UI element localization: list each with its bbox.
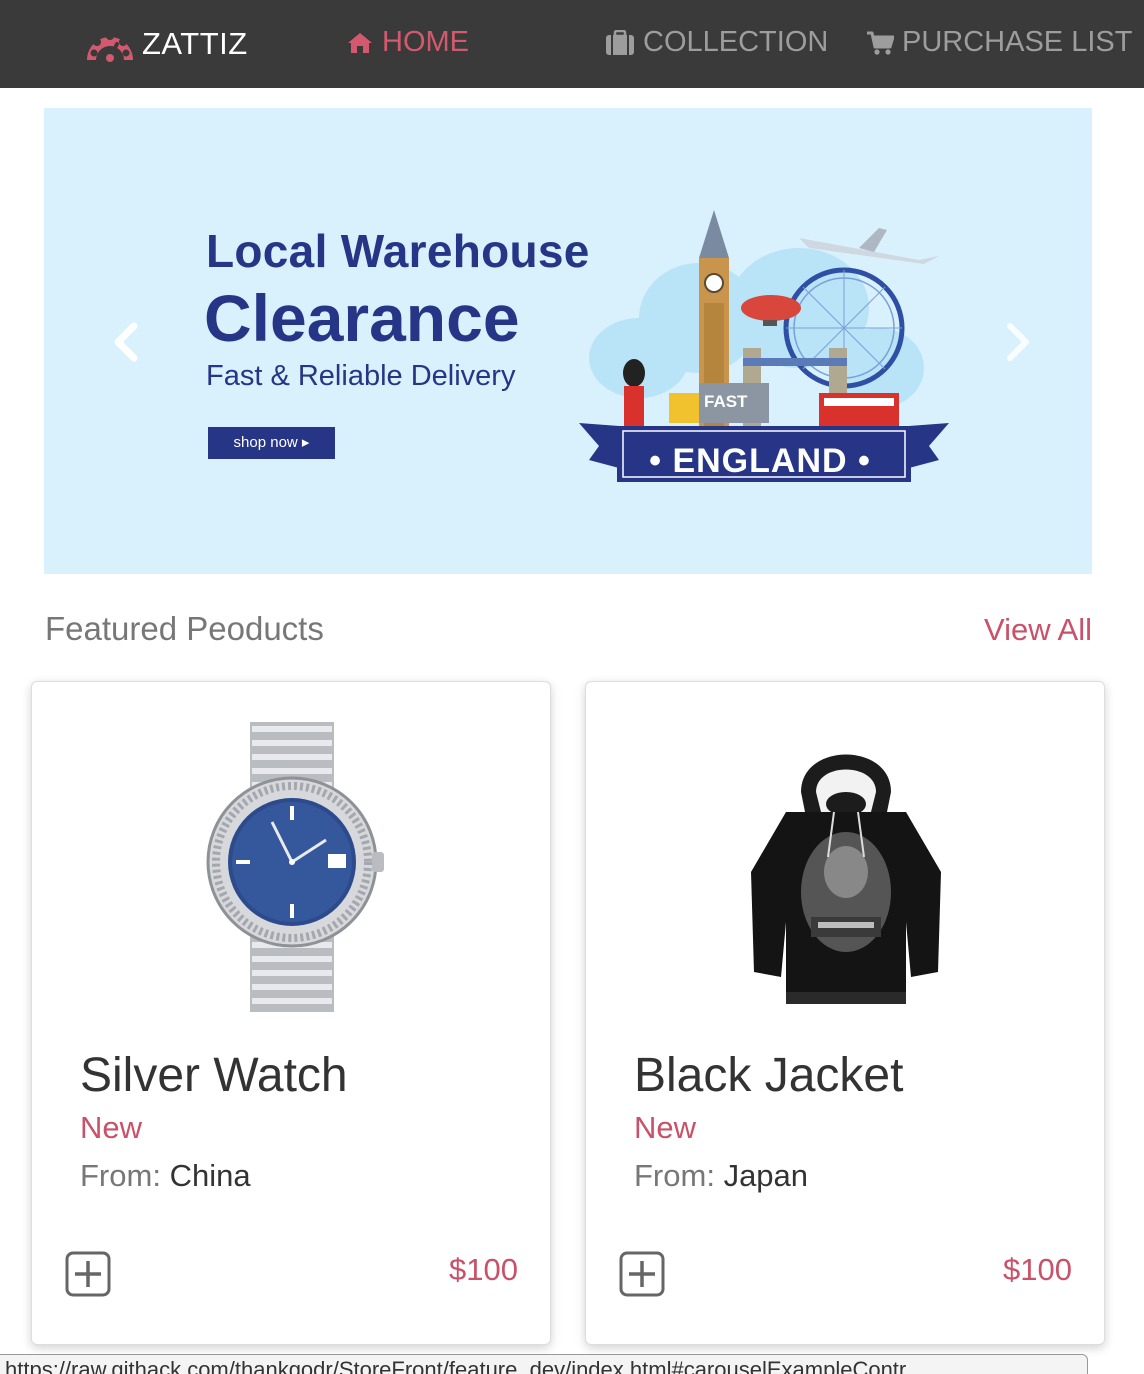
product-origin: From: Japan: [634, 1158, 808, 1194]
banner-subtitle: Fast & Reliable Delivery: [206, 360, 516, 392]
nav-collection[interactable]: COLLECTION: [605, 26, 828, 59]
silver-watch-image: [206, 722, 384, 1012]
hero-carousel: Local Warehouse Clearance Fast & Reliabl…: [44, 108, 1092, 574]
product-name: Black Jacket: [634, 1049, 904, 1102]
product-condition: New: [80, 1110, 143, 1145]
dashboard-gauge-icon: [87, 32, 133, 64]
product-price: $100: [449, 1252, 518, 1287]
brand-name: ZATTIZ: [142, 26, 248, 61]
banner-heading: Local Warehouse: [206, 225, 590, 277]
origin-value: China: [169, 1158, 251, 1193]
add-to-cart-plus-icon[interactable]: [618, 1250, 666, 1298]
shop-now-button[interactable]: shop now ▸: [208, 427, 335, 459]
chevron-right-icon[interactable]: [994, 320, 1038, 364]
product-name: Silver Watch: [80, 1049, 348, 1102]
origin-label: From:: [80, 1158, 161, 1193]
origin-value: Japan: [723, 1158, 809, 1193]
nav-purchase-list[interactable]: PURCHASE LIST: [866, 26, 1132, 59]
product-condition: New: [634, 1110, 697, 1145]
product-origin: From: China: [80, 1158, 251, 1194]
featured-products-title: Featured Peoducts: [45, 610, 324, 647]
chevron-left-icon[interactable]: [106, 320, 150, 364]
nav-collection-label: COLLECTION: [643, 26, 829, 58]
nav-home[interactable]: HOME: [346, 26, 469, 59]
nav-purchase-list-label: PURCHASE LIST: [902, 26, 1133, 58]
nav-home-label: HOME: [382, 26, 469, 58]
product-price: $100: [1003, 1252, 1072, 1287]
banner-title: Clearance: [204, 281, 520, 355]
product-card[interactable]: Black Jacket New From: Japan $100: [585, 681, 1105, 1345]
black-hoodie-image: [751, 754, 941, 1004]
shopping-cart-icon: [867, 31, 894, 55]
top-navbar: ZATTIZ HOME COLLECTION PURCHASE LIST: [0, 0, 1144, 88]
briefcase-icon: [606, 29, 634, 55]
add-to-cart-plus-icon[interactable]: [64, 1250, 112, 1298]
origin-label: From:: [634, 1158, 715, 1193]
home-icon: [348, 32, 372, 53]
view-all-link[interactable]: View All: [984, 612, 1092, 648]
truck-label: FAST: [704, 392, 748, 411]
browser-status-url: https://raw.githack.com/thankgodr/StoreF…: [0, 1354, 1088, 1374]
brand-link[interactable]: ZATTIZ: [84, 22, 248, 66]
product-card[interactable]: Silver Watch New From: China $100: [31, 681, 551, 1345]
england-ribbon-label: • ENGLAND •: [649, 442, 871, 480]
